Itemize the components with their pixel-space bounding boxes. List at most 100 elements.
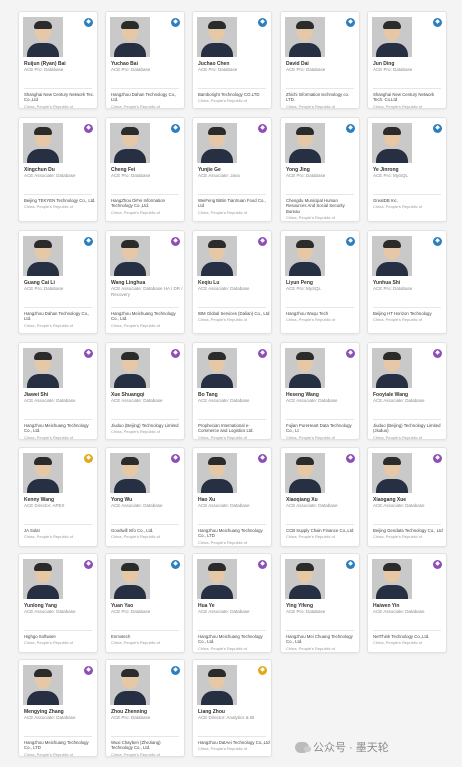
member-photo[interactable] [110, 17, 150, 57]
member-photo[interactable] [372, 453, 412, 493]
member-location: China, People's Republic of [373, 317, 423, 322]
member-photo[interactable] [197, 453, 237, 493]
ace-badge-icon: ◆ [84, 454, 93, 463]
member-photo[interactable] [372, 236, 412, 276]
member-company: Shanghai New Century Network Tech. Co.Lt… [373, 92, 435, 103]
member-photo[interactable] [110, 665, 150, 705]
member-card[interactable]: ◆ Juchao Chen ACE Pro: Database Bamboright … [192, 11, 272, 109]
member-card[interactable]: ◆ Ye Jinrong ACE Pro: MySQL GreatDB Inc. Chi… [367, 117, 447, 222]
card-divider [111, 630, 179, 631]
member-certification: ACE Pro: Database [24, 67, 64, 72]
member-photo[interactable] [197, 17, 237, 57]
member-card[interactable]: ◆ Yong Wu ACE Associate: Database Goodwill … [105, 447, 185, 547]
member-card[interactable]: ◆ Fooyiale Wang ACE Associate: Database Jiu… [367, 342, 447, 440]
member-company: Highgo Software [24, 634, 56, 639]
member-photo[interactable] [285, 348, 325, 388]
member-card[interactable]: ◆ Wang Linghua ACE Associate: Database HA … [105, 230, 185, 334]
member-card[interactable]: ◆ Xiaoqiang Xu ACE Associate: Database CCB … [280, 447, 360, 547]
member-card[interactable]: ◆ Xue Shuangqi ACE Associate: Database Jiud… [105, 342, 185, 440]
member-certification: ACE Associate: Database HA / DR / Recove… [111, 286, 183, 297]
member-certification: ACE Associate: Database [111, 398, 163, 403]
ace-badge-icon: ◆ [258, 237, 267, 246]
member-card[interactable]: ◆ Haiwen Yin ACE Associate: Database NetThi… [367, 553, 447, 653]
member-photo[interactable] [23, 236, 63, 276]
card-divider [198, 630, 266, 631]
member-photo[interactable] [110, 453, 150, 493]
member-photo[interactable] [23, 559, 63, 599]
member-photo[interactable] [197, 665, 237, 705]
member-photo[interactable] [372, 123, 412, 163]
member-photo[interactable] [372, 17, 412, 57]
member-photo[interactable] [372, 559, 412, 599]
member-card[interactable]: ◆ Yuchao Bai ACE Pro: Database Hangzhou Dah… [105, 11, 185, 109]
member-card[interactable]: ◆ Zhou Zhenning ACE Pro: Database Wuxi Chay… [105, 659, 185, 757]
ace-badge-icon: ◆ [84, 560, 93, 569]
member-location: China, People's Republic of [111, 323, 161, 328]
card-divider [24, 194, 92, 195]
member-card[interactable]: ◆ Heseng Wang ACE Associate: Database Fujia… [280, 342, 360, 440]
member-certification: ACE Associate: Database [373, 398, 425, 403]
member-card[interactable]: ◆ David Dai ACE Pro: Database Zhichi Inform… [280, 11, 360, 109]
member-photo[interactable] [285, 17, 325, 57]
ace-badge-icon: ◆ [258, 349, 267, 358]
card-divider [198, 736, 266, 737]
ace-badge-icon: ◆ [171, 560, 180, 569]
member-photo[interactable] [23, 123, 63, 163]
member-company: Hangzhou Dahan Technology Co., Ltd. [111, 92, 177, 103]
member-photo[interactable] [372, 348, 412, 388]
member-card[interactable]: ◆ Yunhua Shi ACE Pro: Database Beijing HT H… [367, 230, 447, 334]
member-company: Wuxi Chayben (ZheJiang) Technology Co., … [111, 740, 161, 751]
member-photo[interactable] [285, 236, 325, 276]
member-certification: ACE Associate: Database [373, 609, 425, 614]
member-photo[interactable] [197, 559, 237, 599]
member-card[interactable]: ◆ Xingchun Du ACE Associate: Database Beiji… [18, 117, 98, 222]
member-card[interactable]: ◆ Keqiu Lu ACE Associate: Database IBM Glob… [192, 230, 272, 334]
member-card[interactable]: ◆ Xiaogang Xue ACE Associate: Database Beij… [367, 447, 447, 547]
member-card[interactable]: ◆ Yong Jing ACE Pro: Database Chengdu Munic… [280, 117, 360, 222]
member-location: China, People's Republic of [111, 534, 161, 539]
member-photo[interactable] [23, 348, 63, 388]
member-card[interactable]: ◆ Kenny Wang ACE Director: APEX JA Solar Chi… [18, 447, 98, 547]
member-certification: ACE Associate: Database [198, 503, 250, 508]
member-certification: ACE Pro: Database [286, 67, 326, 72]
member-photo[interactable] [197, 236, 237, 276]
member-card[interactable]: ◆ Yuan Yao ACE Pro: Database Enmotech China,… [105, 553, 185, 653]
member-photo[interactable] [110, 123, 150, 163]
member-card[interactable]: ◆ Guang Cai Li ACE Pro: Database Hangzhou D… [18, 230, 98, 334]
member-photo[interactable] [23, 453, 63, 493]
member-certification: ACE Pro: Database [373, 286, 413, 291]
member-photo[interactable] [197, 348, 237, 388]
member-card[interactable]: ◆ Jun Ding ACE Pro: Database Shanghai New C… [367, 11, 447, 109]
member-photo[interactable] [110, 236, 150, 276]
card-divider [286, 419, 354, 420]
member-card[interactable]: ◆ Yunlong Yang ACE Associate: Database High… [18, 553, 98, 653]
member-card[interactable]: ◆ Jiawei Shi ACE Associate: Database Hangzh… [18, 342, 98, 440]
member-photo[interactable] [197, 123, 237, 163]
member-company: Hangzhou Woqu Tech [286, 311, 329, 316]
member-photo[interactable] [110, 559, 150, 599]
member-location: China, People's Republic of [24, 534, 74, 539]
member-photo[interactable] [23, 17, 63, 57]
ace-badge-icon: ◆ [84, 18, 93, 27]
ace-badge-icon: ◆ [433, 454, 442, 463]
card-divider [286, 630, 354, 631]
member-card[interactable]: ◆ Cheng Fei ACE Pro: Database HangZhou DiFe… [105, 117, 185, 222]
member-card[interactable]: ◆ Ying Yifeng ACE Pro: Database Hangzhou Me… [280, 553, 360, 653]
ace-badge-icon: ◆ [433, 560, 442, 569]
member-card[interactable]: ◆ Liyun Peng ACE Pro: MySQL Hangzhou Woqu T… [280, 230, 360, 334]
member-card[interactable]: ◆ Yunjie Ge ACE Associate: Java WeiFeng BiB… [192, 117, 272, 222]
member-card[interactable]: ◆ Hao Xu ACE Associate: Database Hangzhou M… [192, 447, 272, 547]
member-card[interactable]: ◆ Liang Zhou ACE Director: Analytics & BI H… [192, 659, 272, 757]
member-location: China, People's Republic of [198, 646, 248, 651]
member-photo[interactable] [110, 348, 150, 388]
member-location: China, People's Republic of [286, 534, 336, 539]
member-photo[interactable] [23, 665, 63, 705]
member-photo[interactable] [285, 123, 325, 163]
member-card[interactable]: ◆ Bo Tang ACE Associate: Database Prophecia… [192, 342, 272, 440]
member-photo[interactable] [285, 559, 325, 599]
member-photo[interactable] [285, 453, 325, 493]
member-card[interactable]: ◆ Hua Ye ACE Associate: Database Hangzhou M… [192, 553, 272, 653]
ace-badge-icon: ◆ [258, 454, 267, 463]
member-card[interactable]: ◆ Ruijun (Ryan) Bai ACE Pro: Database Shang… [18, 11, 98, 109]
member-card[interactable]: ◆ Mengying Zhang ACE Associate: Database Ha… [18, 659, 98, 757]
